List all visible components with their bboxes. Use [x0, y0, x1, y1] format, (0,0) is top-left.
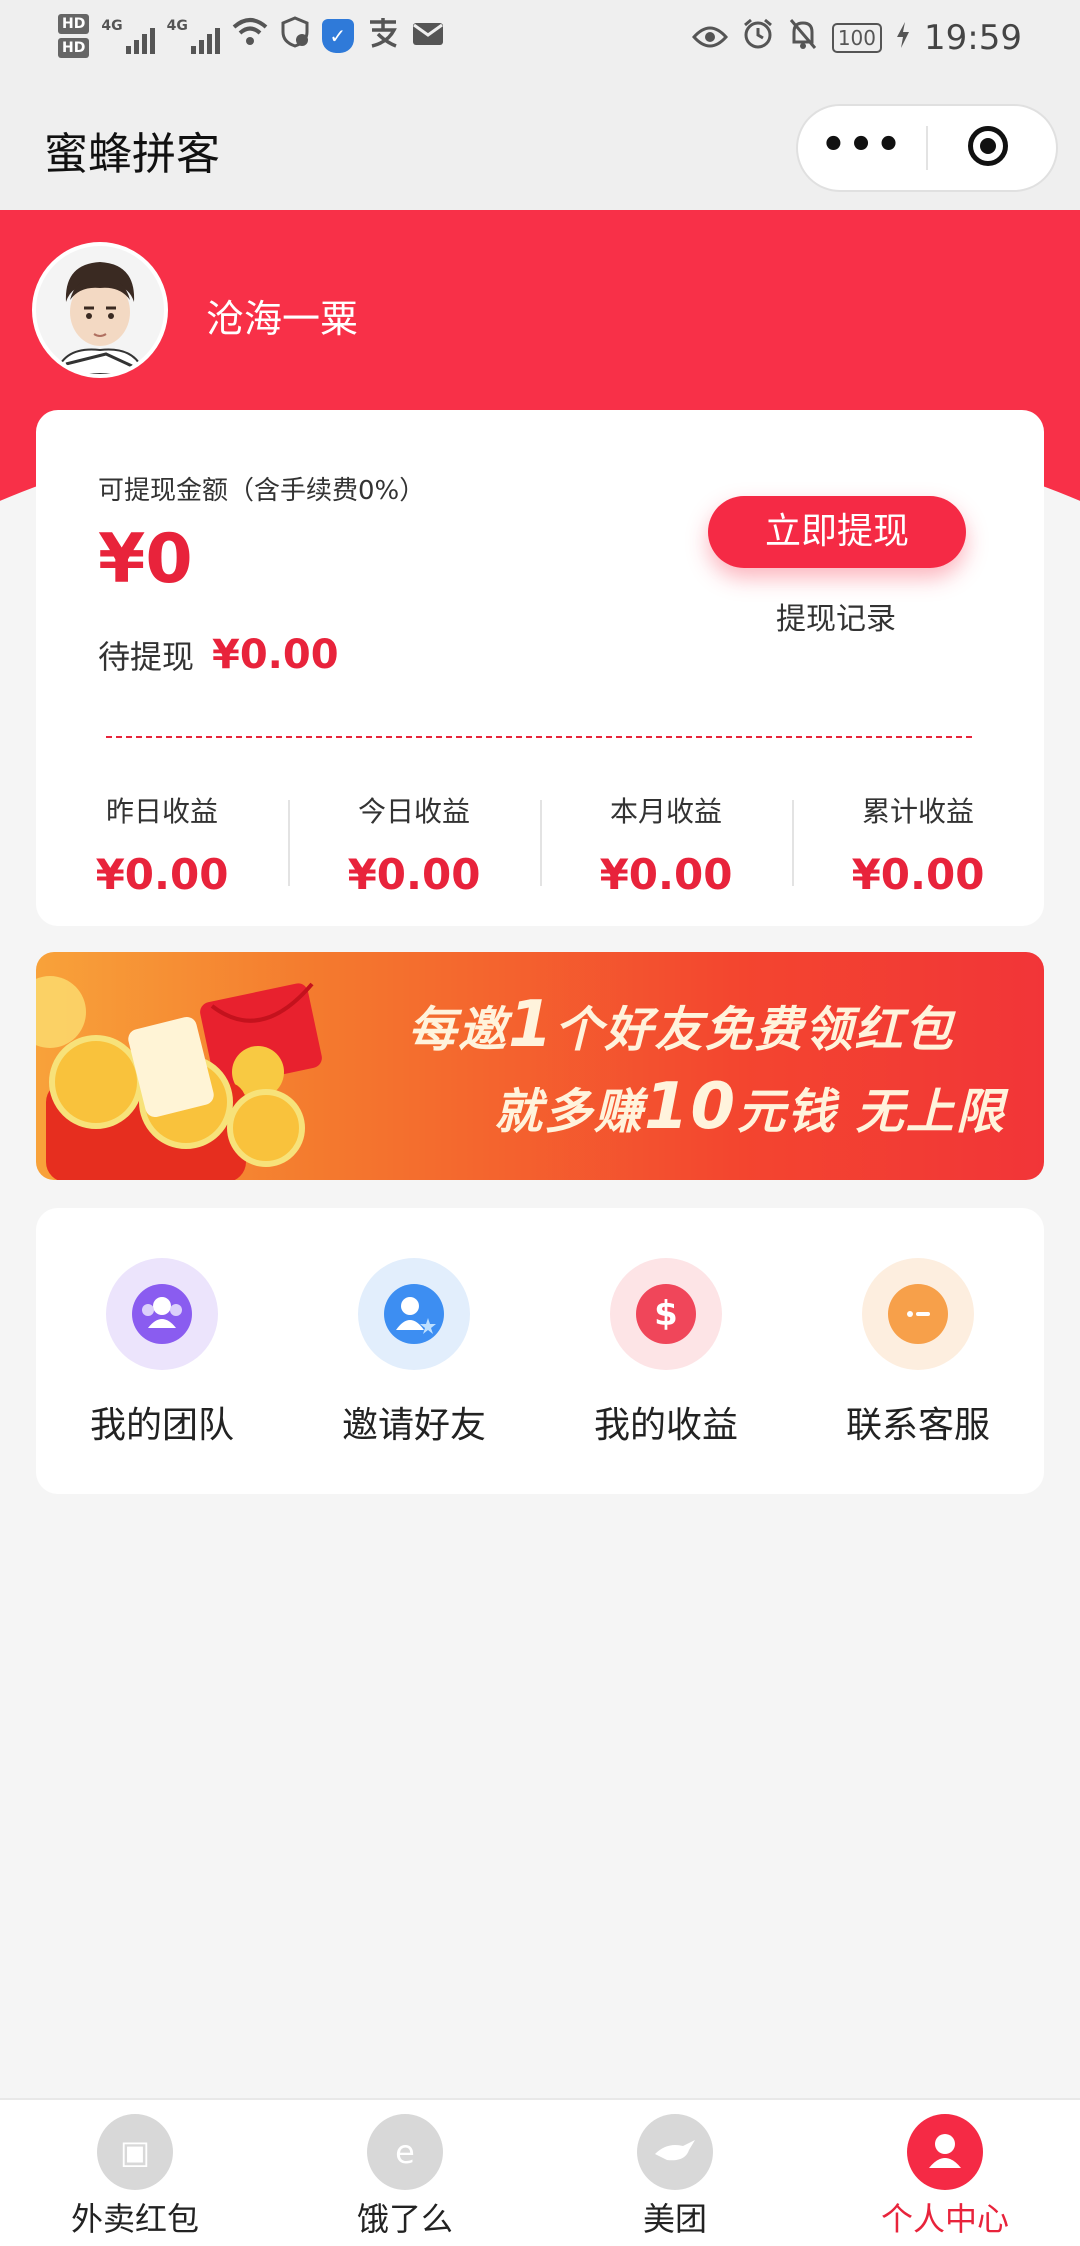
charging-icon — [896, 19, 910, 57]
menu-item-my-team[interactable]: 我的团队 — [36, 1208, 288, 1494]
page-title: 蜜蜂拼客 — [44, 129, 220, 180]
tab-meituan[interactable]: 美团 — [540, 2100, 810, 2246]
security-app-icon: ✓ — [321, 19, 354, 53]
menu-item-invite-friends[interactable]: 邀请好友 — [288, 1208, 540, 1494]
alipay-icon — [366, 16, 400, 56]
pending-label: 待提现 — [98, 638, 195, 676]
stat-label: 本月收益 — [609, 795, 722, 828]
stat-value: ¥0.00 — [851, 850, 985, 899]
eye-icon — [691, 19, 728, 57]
withdraw-button[interactable]: 立即提现 — [708, 496, 966, 568]
banner-line2-num: 10 — [644, 1070, 738, 1144]
red-envelope-icon: ▣ — [97, 2114, 173, 2190]
bottom-tab-bar: ▣ 外卖红包 e 饿了么 美团 个人中心 — [0, 2098, 1080, 2246]
more-button[interactable]: ••• — [798, 106, 926, 190]
meituan-icon — [637, 2114, 713, 2190]
banner-line-1: 每邀1个好友免费领红包 — [408, 988, 955, 1062]
stat-value: ¥0.00 — [347, 850, 481, 899]
stat-label: 今日收益 — [357, 795, 470, 828]
mute-bell-icon — [788, 18, 818, 58]
app-header: 蜜蜂拼客 ••• — [0, 80, 1080, 210]
shield-check-icon — [280, 16, 310, 56]
tab-label: 外卖红包 — [70, 2200, 199, 2238]
eleme-icon: e — [367, 2114, 443, 2190]
stat-today: 今日收益 ¥0.00 — [288, 790, 540, 900]
alarm-icon — [742, 18, 774, 58]
signal-strength-icon-2: 4G — [167, 18, 220, 54]
close-miniprogram-icon[interactable] — [968, 126, 1008, 166]
signal-strength-icon: 4G — [101, 18, 155, 54]
banner-line-2: 就多赚10元钱 无上限 — [494, 1070, 1006, 1144]
menu-item-my-earnings[interactable]: $ 我的收益 — [540, 1208, 792, 1494]
clock: 19:59 — [924, 18, 1022, 58]
menu-label: 我的团队 — [89, 1405, 234, 1446]
withdraw-records-link[interactable]: 提现记录 — [776, 594, 896, 638]
tab-user-center[interactable]: 个人中心 — [810, 2100, 1080, 2246]
banner-line1-pre: 每邀 — [408, 1002, 509, 1058]
wallet-card: 可提现金额（含手续费0%） ¥0 待提现 ¥0.00 立即提现 提现记录 昨日收… — [36, 410, 1044, 926]
customer-service-icon — [862, 1258, 974, 1370]
tab-label: 美团 — [642, 2200, 707, 2238]
banner-line1-num: 1 — [508, 988, 555, 1062]
avatar[interactable] — [32, 242, 168, 378]
status-bar: HD HD 4G 4G ✓ 100 19:59 — [0, 0, 1080, 80]
capsule-divider — [926, 126, 928, 170]
stat-month: 本月收益 ¥0.00 — [540, 790, 792, 900]
miniprogram-capsule: ••• — [796, 104, 1058, 192]
invite-banner[interactable]: 每邀1个好友免费领红包 就多赚10元钱 无上限 — [36, 952, 1044, 1180]
banner-line1-post: 个好友免费领红包 — [554, 1002, 955, 1058]
menu-item-contact-support[interactable]: 联系客服 — [792, 1208, 1044, 1494]
menu-label: 联系客服 — [845, 1405, 990, 1446]
hd-indicator: HD HD — [58, 14, 90, 58]
available-balance-label: 可提现金额（含手续费0%） — [98, 476, 426, 506]
stat-value: ¥0.00 — [599, 850, 733, 899]
stat-label: 昨日收益 — [105, 795, 218, 828]
pending-withdrawal: 待提现 ¥0.00 — [98, 632, 339, 678]
battery-icon: 100 — [831, 23, 883, 53]
menu-label: 我的收益 — [593, 1405, 738, 1446]
menu-label: 邀请好友 — [341, 1405, 486, 1446]
pending-value: ¥0.00 — [212, 632, 339, 678]
stat-total: 累计收益 ¥0.00 — [792, 790, 1044, 900]
stat-value: ¥0.00 — [95, 850, 229, 899]
available-balance-value: ¥0 — [98, 520, 193, 599]
status-left: HD HD 4G 4G ✓ — [58, 14, 444, 58]
stat-label: 累计收益 — [861, 795, 974, 828]
tab-eleme[interactable]: e 饿了么 — [270, 2100, 540, 2246]
dashed-divider — [106, 736, 972, 738]
network-type-2: 4G — [166, 18, 188, 34]
hd1-badge: HD — [58, 14, 90, 34]
tab-label: 饿了么 — [356, 2200, 453, 2238]
coins-envelope-illustration — [36, 976, 322, 1180]
banner-line2-post: 元钱 无上限 — [737, 1084, 1006, 1140]
network-type-1: 4G — [101, 18, 123, 34]
hd2-badge: HD — [58, 38, 90, 58]
banner-line2-pre: 就多赚 — [494, 1084, 645, 1140]
quick-menu: 我的团队 邀请好友 $ 我的收益 联系客服 — [36, 1208, 1044, 1494]
wifi-icon — [232, 17, 268, 55]
tab-label: 个人中心 — [880, 2200, 1009, 2238]
status-right: 100 19:59 — [691, 18, 1022, 58]
earnings-stats: 昨日收益 ¥0.00 今日收益 ¥0.00 本月收益 ¥0.00 累计收益 ¥0… — [36, 790, 1044, 900]
mail-icon — [412, 19, 444, 54]
username: 沧海一粟 — [206, 297, 359, 341]
tab-takeaway-redpacket[interactable]: ▣ 外卖红包 — [0, 2100, 270, 2246]
team-icon — [106, 1258, 218, 1370]
invite-friend-icon — [358, 1258, 470, 1370]
stat-yesterday: 昨日收益 ¥0.00 — [36, 790, 288, 900]
money-bag-icon: $ — [610, 1258, 722, 1370]
user-center-icon — [907, 2114, 983, 2190]
